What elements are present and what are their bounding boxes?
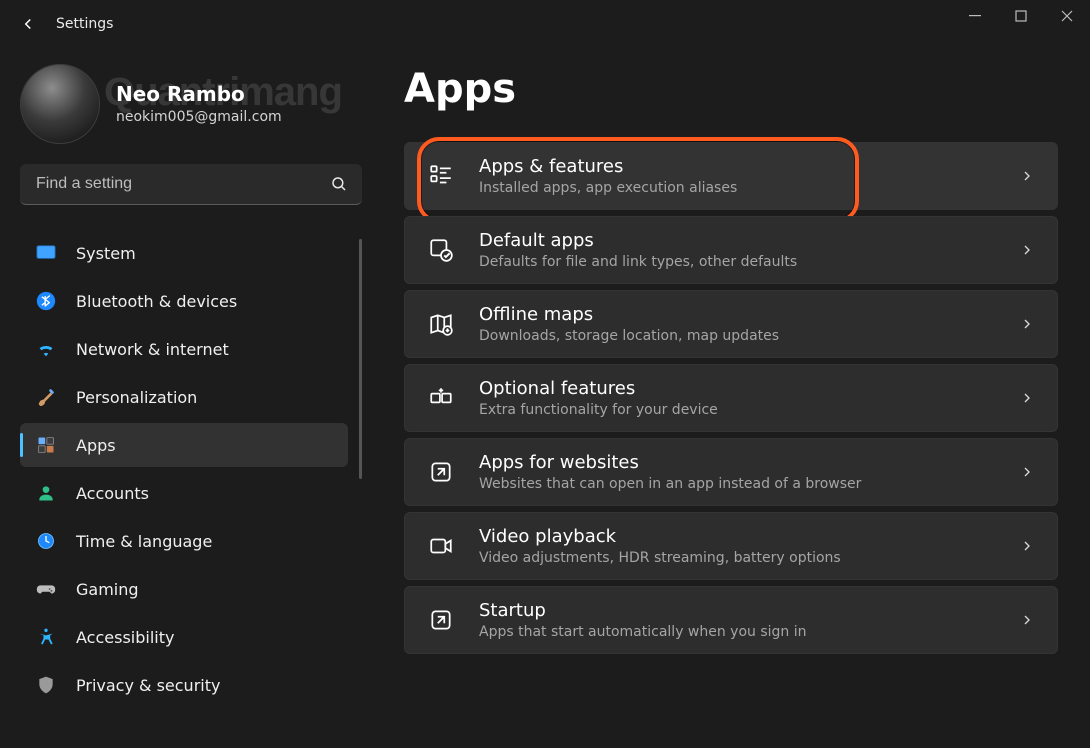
optional-features-icon	[427, 384, 455, 412]
search-input[interactable]	[34, 174, 330, 194]
bluetooth-icon	[34, 289, 58, 313]
sidebar-item-time-language[interactable]: Time & language	[20, 519, 348, 563]
card-title: Apps & features	[479, 156, 995, 179]
card-subtitle: Video adjustments, HDR streaming, batter…	[479, 550, 995, 566]
sidebar-item-accessibility[interactable]: Accessibility	[20, 615, 348, 659]
sidebar-item-gaming[interactable]: Gaming	[20, 567, 348, 611]
accessibility-icon	[34, 625, 58, 649]
chevron-right-icon	[1019, 316, 1035, 332]
card-title: Offline maps	[479, 304, 995, 327]
sidebar-item-label: Privacy & security	[76, 676, 220, 695]
startup-icon	[427, 606, 455, 634]
chevron-right-icon	[1019, 538, 1035, 554]
nav: System Bluetooth & devices Network & int…	[20, 231, 362, 707]
card-apps-features[interactable]: Apps & features Installed apps, app exec…	[404, 142, 1058, 210]
chevron-right-icon	[1019, 168, 1035, 184]
gaming-icon	[34, 577, 58, 601]
sidebar-item-label: Network & internet	[76, 340, 229, 359]
profile-block[interactable]: Neo Rambo neokim005@gmail.com Quantriman…	[20, 64, 362, 144]
sidebar-item-system[interactable]: System	[20, 231, 348, 275]
card-optional-features[interactable]: Optional features Extra functionality fo…	[404, 364, 1058, 432]
sidebar-item-label: Bluetooth & devices	[76, 292, 237, 311]
close-icon	[1061, 10, 1073, 22]
card-default-apps[interactable]: Default apps Defaults for file and link …	[404, 216, 1058, 284]
card-subtitle: Installed apps, app execution aliases	[479, 180, 995, 196]
card-subtitle: Downloads, storage location, map updates	[479, 328, 995, 344]
card-subtitle: Defaults for file and link types, other …	[479, 254, 995, 270]
chevron-right-icon	[1019, 464, 1035, 480]
sidebar-item-privacy[interactable]: Privacy & security	[20, 663, 348, 707]
card-title: Video playback	[479, 526, 995, 549]
sidebar: Neo Rambo neokim005@gmail.com Quantriman…	[0, 48, 380, 748]
paintbrush-icon	[34, 385, 58, 409]
search-icon	[330, 175, 348, 193]
profile-email: neokim005@gmail.com	[116, 109, 282, 125]
chevron-right-icon	[1019, 390, 1035, 406]
search-box[interactable]	[20, 164, 362, 205]
sidebar-item-label: System	[76, 244, 136, 263]
content-area: Apps Apps & features Installed apps, app…	[380, 48, 1090, 748]
chevron-right-icon	[1019, 612, 1035, 628]
maximize-button[interactable]	[998, 0, 1044, 32]
card-title: Startup	[479, 600, 995, 623]
minimize-button[interactable]	[952, 0, 998, 32]
window-controls	[952, 0, 1090, 32]
back-icon	[19, 15, 37, 33]
maximize-icon	[1015, 10, 1027, 22]
card-video-playback[interactable]: Video playback Video adjustments, HDR st…	[404, 512, 1058, 580]
app-title: Settings	[56, 16, 113, 32]
sidebar-item-label: Apps	[76, 436, 116, 455]
card-subtitle: Extra functionality for your device	[479, 402, 995, 418]
sidebar-item-label: Gaming	[76, 580, 139, 599]
minimize-icon	[969, 10, 981, 22]
apps-features-icon	[427, 162, 455, 190]
card-title: Apps for websites	[479, 452, 995, 475]
sidebar-item-bluetooth[interactable]: Bluetooth & devices	[20, 279, 348, 323]
card-offline-maps[interactable]: Offline maps Downloads, storage location…	[404, 290, 1058, 358]
titlebar: Settings	[0, 0, 1090, 48]
settings-cards: Apps & features Installed apps, app exec…	[404, 142, 1058, 654]
chevron-right-icon	[1019, 242, 1035, 258]
system-icon	[34, 241, 58, 265]
back-button[interactable]	[0, 0, 56, 48]
sidebar-item-label: Accounts	[76, 484, 149, 503]
default-apps-icon	[427, 236, 455, 264]
shield-icon	[34, 673, 58, 697]
video-playback-icon	[427, 532, 455, 560]
sidebar-item-personalization[interactable]: Personalization	[20, 375, 348, 419]
sidebar-item-network[interactable]: Network & internet	[20, 327, 348, 371]
apps-for-websites-icon	[427, 458, 455, 486]
card-apps-for-websites[interactable]: Apps for websites Websites that can open…	[404, 438, 1058, 506]
apps-icon	[34, 433, 58, 457]
accounts-icon	[34, 481, 58, 505]
clock-globe-icon	[34, 529, 58, 553]
profile-name: Neo Rambo	[116, 83, 282, 105]
wifi-icon	[34, 337, 58, 361]
offline-maps-icon	[427, 310, 455, 338]
card-startup[interactable]: Startup Apps that start automatically wh…	[404, 586, 1058, 654]
close-button[interactable]	[1044, 0, 1090, 32]
sidebar-item-label: Accessibility	[76, 628, 174, 647]
card-subtitle: Apps that start automatically when you s…	[479, 624, 995, 640]
card-subtitle: Websites that can open in an app instead…	[479, 476, 995, 492]
avatar	[20, 64, 100, 144]
card-title: Optional features	[479, 378, 995, 401]
sidebar-item-apps[interactable]: Apps	[20, 423, 348, 467]
card-title: Default apps	[479, 230, 995, 253]
sidebar-item-label: Time & language	[76, 532, 212, 551]
page-title: Apps	[404, 66, 1058, 112]
sidebar-item-accounts[interactable]: Accounts	[20, 471, 348, 515]
sidebar-item-label: Personalization	[76, 388, 197, 407]
